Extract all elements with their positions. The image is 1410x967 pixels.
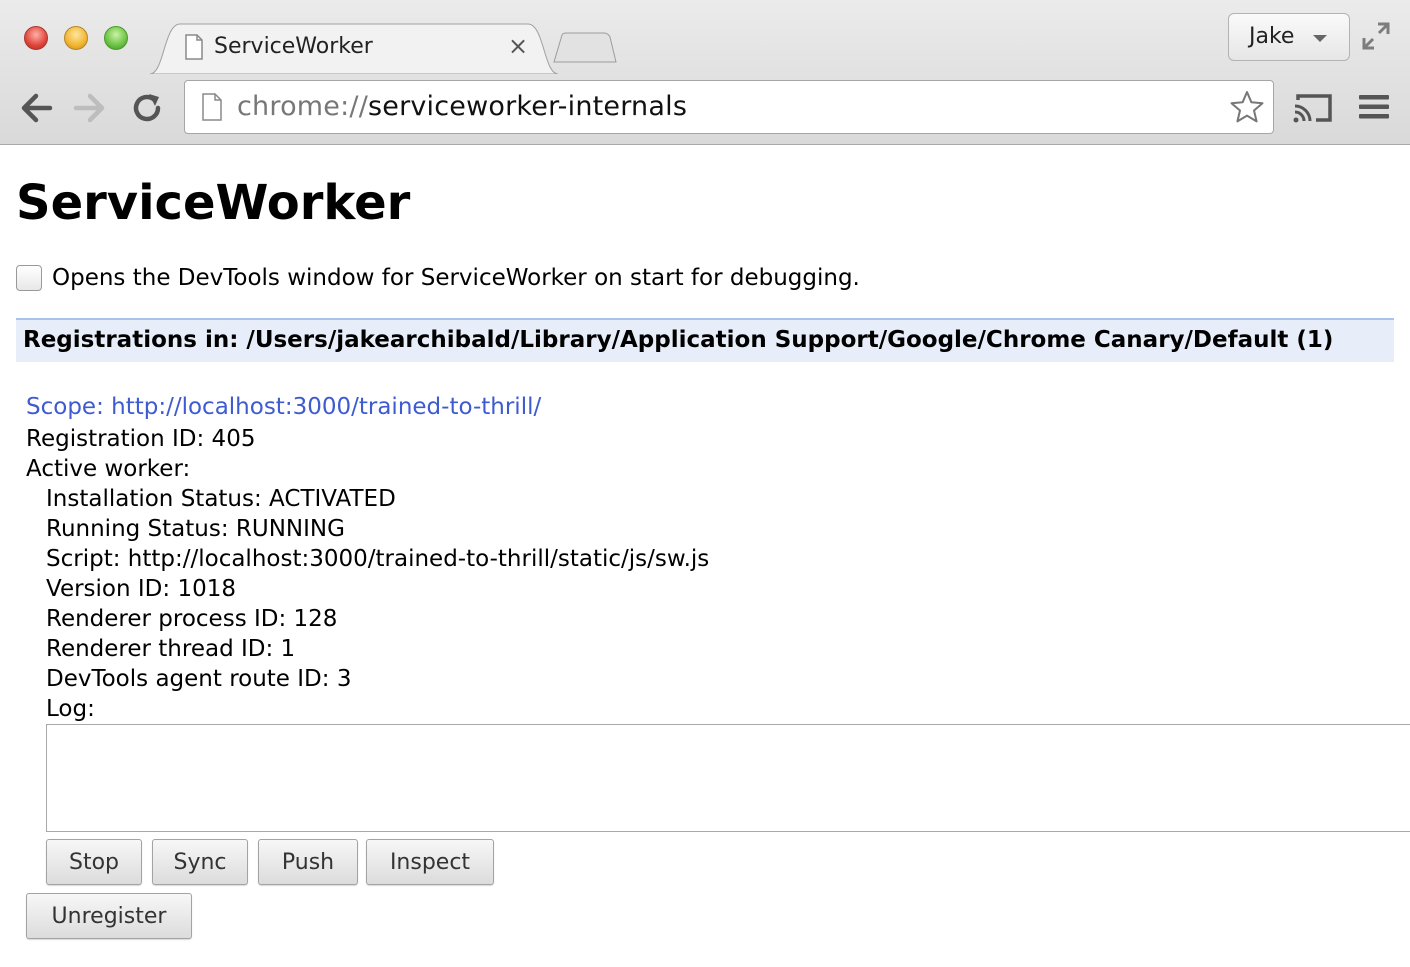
sync-button[interactable]: Sync xyxy=(152,839,248,885)
page-icon xyxy=(201,93,223,125)
stop-button[interactable]: Stop xyxy=(46,839,142,885)
forward-arrow-icon[interactable] xyxy=(72,90,108,126)
new-tab-button[interactable] xyxy=(552,32,618,64)
running-status: Running Status: RUNNING xyxy=(46,516,345,542)
page-content: ServiceWorker Opens the DevTools window … xyxy=(0,145,1410,967)
address-bar[interactable]: chrome://serviceworker-internals xyxy=(184,80,1274,134)
page-title: ServiceWorker xyxy=(16,175,411,231)
profile-name: Jake xyxy=(1249,24,1295,49)
devtools-on-start-label: Opens the DevTools window for ServiceWor… xyxy=(52,265,860,291)
push-button[interactable]: Push xyxy=(258,839,358,885)
profile-button[interactable]: Jake xyxy=(1228,13,1350,61)
registrations-header-text: Registrations in: /Users/jakearchibald/L… xyxy=(23,327,1334,353)
inspect-button[interactable]: Inspect xyxy=(366,839,494,885)
reload-icon[interactable] xyxy=(130,90,166,126)
unregister-button[interactable]: Unregister xyxy=(26,893,192,939)
zoom-window-button[interactable] xyxy=(104,26,128,50)
installation-status: Installation Status: ACTIVATED xyxy=(46,486,396,512)
star-icon[interactable] xyxy=(1229,89,1265,125)
devtools-route-id: DevTools agent route ID: 3 xyxy=(46,666,352,692)
cast-icon[interactable] xyxy=(1292,92,1334,124)
url-path: serviceworker-internals xyxy=(368,91,688,122)
registrations-header: Registrations in: /Users/jakearchibald/L… xyxy=(16,318,1394,362)
devtools-on-start-checkbox[interactable] xyxy=(16,265,42,291)
fullscreen-icon[interactable] xyxy=(1360,20,1392,52)
tab-serviceworker[interactable]: ServiceWorker × xyxy=(150,22,558,74)
active-worker-label: Active worker: xyxy=(26,456,191,482)
script-url: Script: http://localhost:3000/trained-to… xyxy=(46,546,710,572)
back-arrow-icon[interactable] xyxy=(18,90,54,126)
log-textarea[interactable] xyxy=(46,724,1410,832)
renderer-thread-id: Renderer thread ID: 1 xyxy=(46,636,296,662)
version-id: Version ID: 1018 xyxy=(46,576,236,602)
browser-chrome: ServiceWorker × Jake chrome://servicewor… xyxy=(0,0,1410,145)
minimize-window-button[interactable] xyxy=(64,26,88,50)
chevron-down-icon xyxy=(1313,35,1327,42)
close-tab-icon[interactable]: × xyxy=(508,32,528,60)
tab-title: ServiceWorker xyxy=(214,34,373,59)
scope-link[interactable]: Scope: http://localhost:3000/trained-to-… xyxy=(26,394,541,420)
log-label: Log: xyxy=(46,696,95,722)
url-scheme: chrome:// xyxy=(237,91,368,122)
hamburger-menu-icon[interactable] xyxy=(1358,93,1390,121)
close-window-button[interactable] xyxy=(24,26,48,50)
url-text[interactable]: chrome://serviceworker-internals xyxy=(237,91,687,122)
renderer-process-id: Renderer process ID: 128 xyxy=(46,606,338,632)
registration-id: Registration ID: 405 xyxy=(26,426,256,452)
